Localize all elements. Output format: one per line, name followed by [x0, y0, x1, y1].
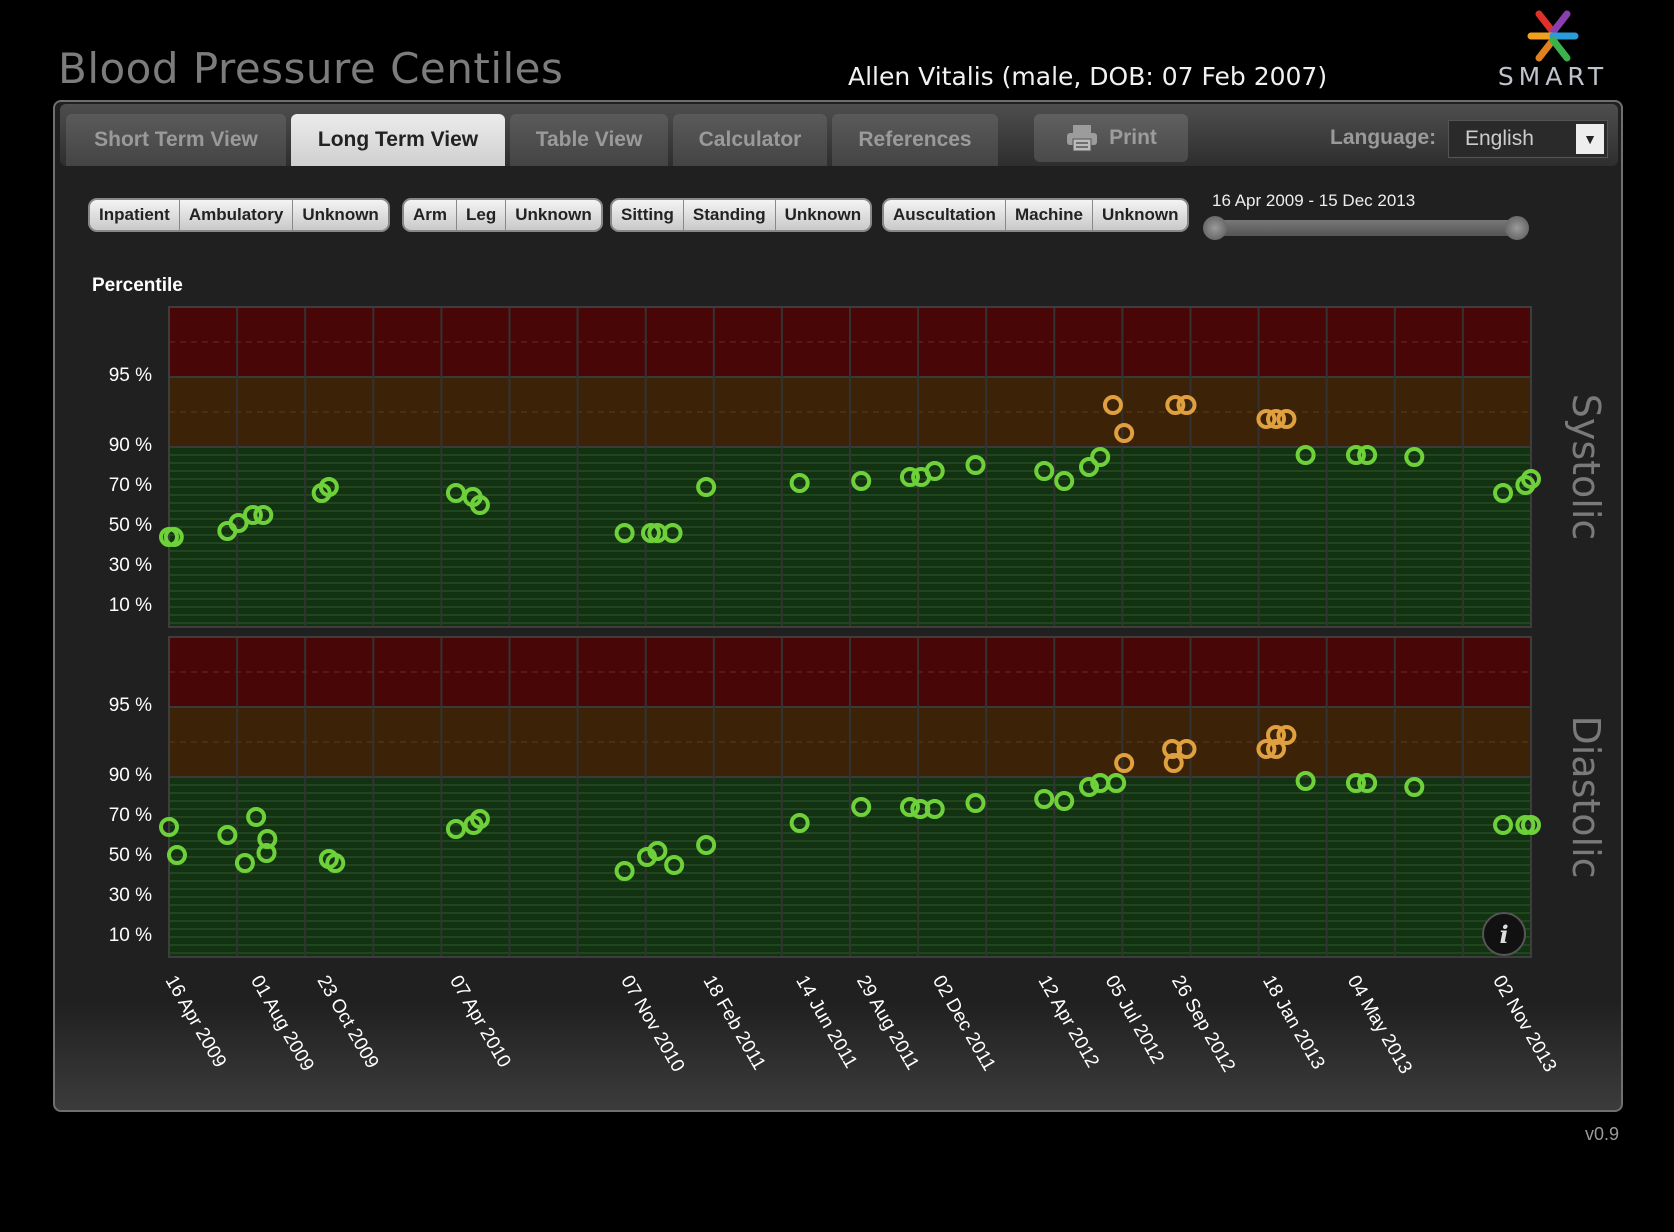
x-tick-label: 26 Sep 2012: [1167, 972, 1239, 1076]
x-tick-label: 04 May 2013: [1343, 972, 1416, 1078]
x-tick-label: 12 Apr 2012: [1034, 972, 1103, 1071]
x-tick-label: 29 Aug 2011: [852, 972, 923, 1074]
x-tick-label: 14 Jun 2011: [791, 972, 861, 1072]
x-tick-label: 18 Jan 2013: [1258, 972, 1328, 1073]
x-tick-label: 16 Apr 2009: [161, 972, 230, 1071]
x-tick-label: 07 Nov 2010: [616, 972, 688, 1076]
version-label: v0.9: [1585, 1124, 1620, 1144]
x-tick-label: 05 Jul 2012: [1101, 972, 1168, 1068]
x-tick-label: 07 Apr 2010: [445, 972, 514, 1071]
panel-label-diastolic: Diastolic: [1564, 715, 1608, 878]
x-tick-label: 18 Feb 2011: [699, 972, 770, 1074]
panel-label-systolic: Systolic: [1564, 394, 1608, 541]
bp-centile-chart: SystolicDiastolic16 Apr 2009 01 Aug 20092…: [159, 306, 1608, 1078]
info-icon[interactable]: i: [1482, 912, 1526, 956]
x-tick-label: 23 Oct 2009: [313, 972, 383, 1072]
x-tick-label: 02 Nov 2013: [1488, 972, 1560, 1076]
x-tick-label: 02 Dec 2011: [928, 972, 999, 1075]
x-tick-label: 01 Aug 2009: [246, 972, 318, 1075]
